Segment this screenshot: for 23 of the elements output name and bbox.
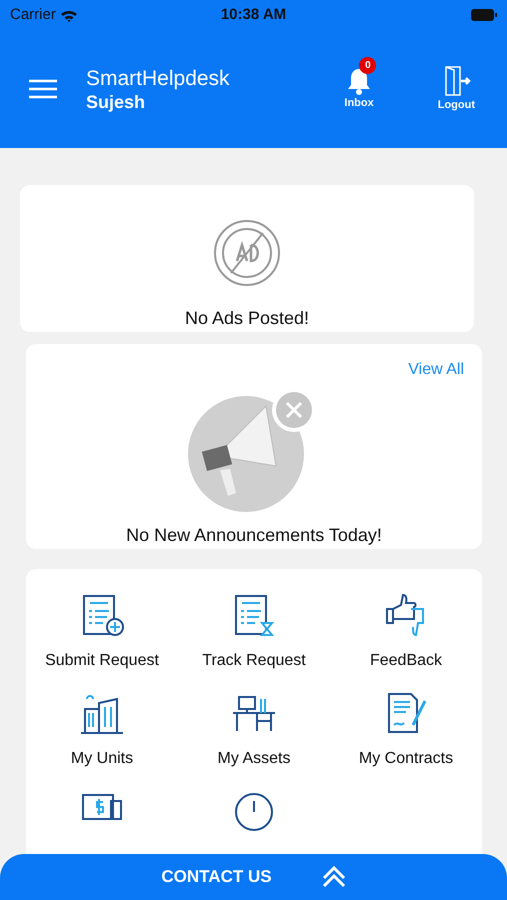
menu-button[interactable] (28, 79, 58, 99)
menu-tile[interactable]: My Assets (178, 691, 330, 771)
user-name: Sujesh (86, 90, 146, 112)
bell-icon (346, 66, 372, 95)
logout-button[interactable]: Logout (438, 64, 475, 114)
wifi-icon (60, 8, 78, 22)
contact-us-bar[interactable]: CONTACT US (0, 854, 507, 900)
no-ads-icon (213, 219, 281, 287)
announcements-message: No New Announcements Today! (126, 524, 382, 547)
menu-tile[interactable]: Submit Request (26, 593, 178, 673)
menu-tile[interactable]: FeedBack (330, 593, 482, 673)
menu-tile[interactable]: Track Request (178, 593, 330, 673)
app-title: SmartHelpdesk (86, 66, 231, 90)
clock-text: 10:38 AM (220, 4, 286, 25)
ads-message: No Ads Posted! (184, 307, 310, 330)
carrier-text: Carrier (10, 4, 56, 25)
badge: 0 (359, 56, 376, 74)
inbox-button[interactable]: Inbox 0 (336, 56, 382, 112)
menu-tile[interactable]: My Units (26, 691, 178, 771)
menu-icon (28, 79, 58, 99)
menu-tile[interactable]: My Contracts (330, 691, 482, 771)
double-chevron-up-icon (322, 866, 346, 888)
battery-icon (471, 9, 497, 21)
